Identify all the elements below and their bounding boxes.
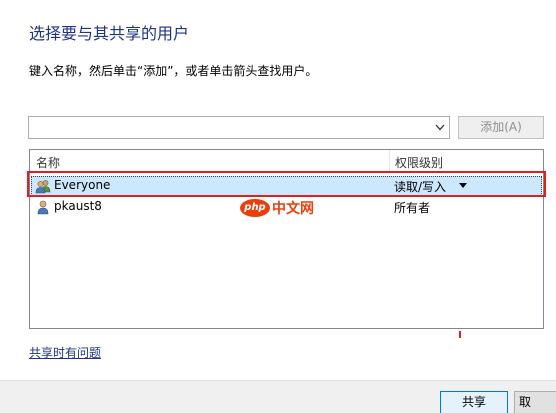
instruction-text: 键入名称，然后单击“添加”，或者单击箭头查找用户。 [29, 64, 318, 78]
sharing-help-link[interactable]: 共享时有问题 [29, 344, 101, 361]
user-name-input[interactable] [31, 119, 435, 136]
permission-label: 所有者 [394, 201, 431, 215]
list-item-label: pkaust8 [54, 199, 102, 213]
cancel-button[interactable]: 取 [514, 391, 556, 413]
file-sharing-dialog: 选择要与其共享的用户 键入名称，然后单击“添加”，或者单击箭头查找用户。 添加(… [0, 0, 556, 413]
annotation-highlight-box [27, 171, 546, 197]
add-button[interactable]: 添加(A) [458, 116, 544, 139]
list-header: 名称 权限级别 [30, 150, 543, 173]
chevron-down-icon[interactable] [433, 120, 447, 135]
watermark: php 中文网 [240, 198, 314, 222]
page-title: 选择要与其共享的用户 [29, 24, 190, 43]
watermark-logo: php [240, 199, 270, 217]
column-header-permission[interactable]: 权限级别 [395, 154, 443, 171]
column-header-name[interactable]: 名称 [36, 154, 60, 171]
share-button[interactable]: 共享 [440, 391, 508, 413]
annotation-mark [459, 331, 461, 338]
watermark-text: 中文网 [272, 201, 314, 217]
dialog-footer: 共享 取 [0, 380, 556, 413]
column-divider[interactable] [389, 150, 390, 172]
user-icon [35, 199, 51, 215]
user-name-combobox[interactable] [28, 116, 450, 139]
